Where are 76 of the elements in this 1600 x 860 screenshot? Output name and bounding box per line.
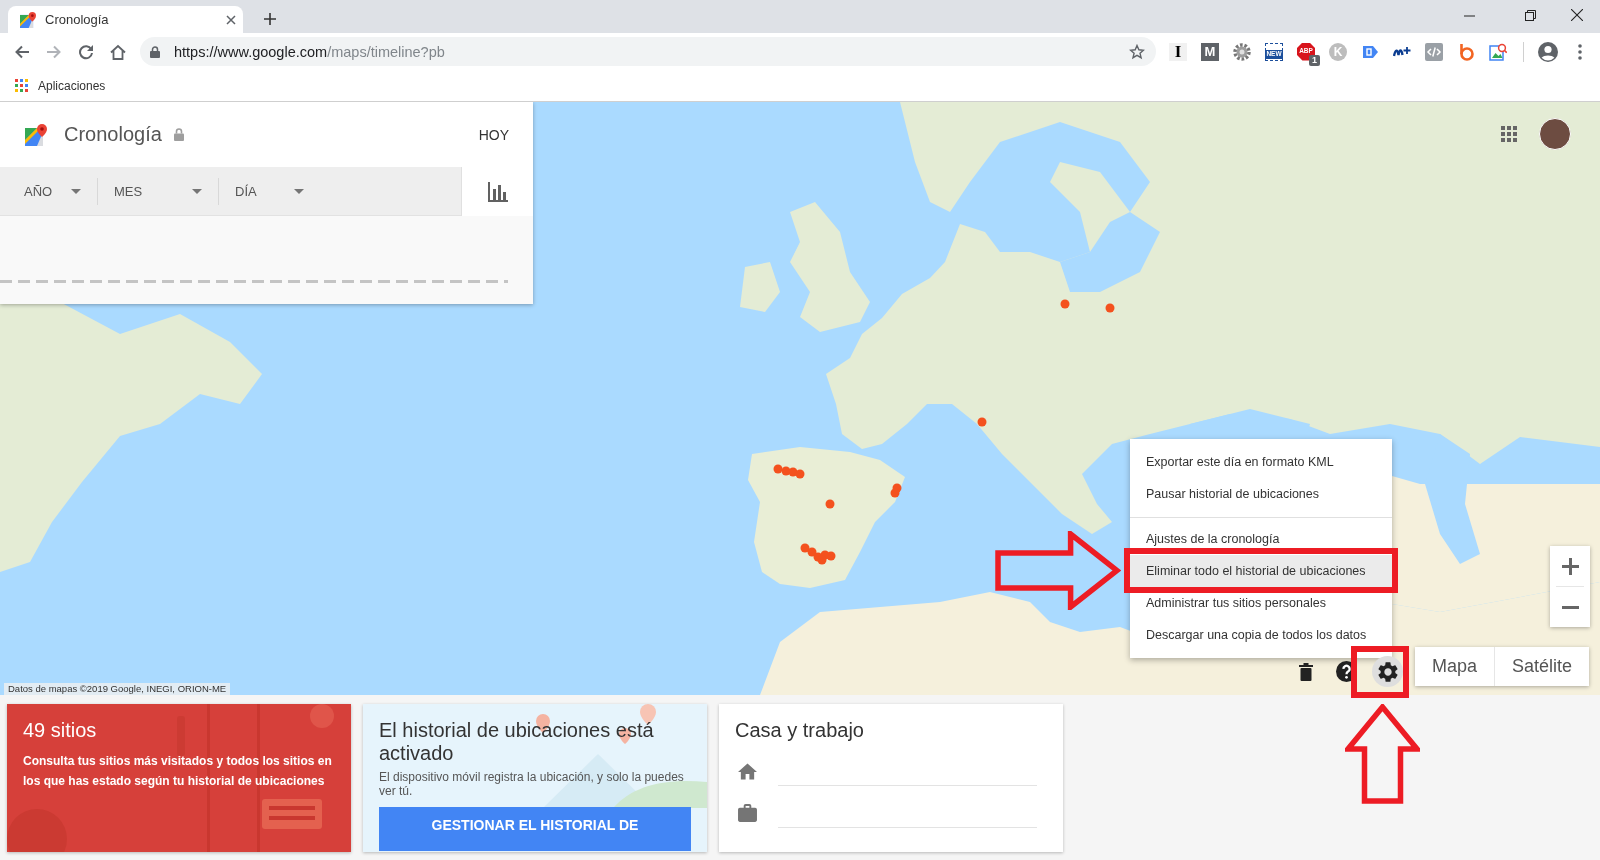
summary-card[interactable]: El historial de ubicaciones está activado El dispositivo móvil registra la ubicación, y solo la puedes ver tú. GESTIONAR EL HISTORIAL DE [363, 704, 707, 852]
settings-icon [1377, 661, 1398, 682]
caret-icon [71, 188, 81, 194]
location-dot[interactable] [773, 464, 783, 474]
map-attribution: Datos de mapas ©2019 Google, INEGI, ORION-ME [4, 683, 231, 695]
gear-icon[interactable] [1233, 42, 1251, 61]
caret-icon [294, 188, 304, 194]
menu-item[interactable]: Pausar historial de ubicaciones [1130, 484, 1392, 504]
location-dot[interactable] [890, 488, 900, 498]
close-icon[interactable] [226, 14, 236, 25]
location-dot[interactable] [977, 417, 987, 427]
url-text: https://www.google.com/maps/timeline?pb [174, 43, 445, 60]
caret-icon [192, 188, 202, 194]
summary-card[interactable]: 49 sitios Consulta tus sitios más visitados y todos los sitios en los que has estado según tu historial de ubicaciones [7, 704, 351, 852]
address-bar[interactable]: https://www.google.com/maps/timeline?pb [140, 37, 1156, 66]
favicon-icon [20, 11, 36, 28]
star-icon[interactable] [1129, 43, 1145, 60]
extension-button[interactable]: I [1169, 42, 1187, 61]
filter-dropdown[interactable]: AÑO [0, 167, 97, 215]
new-tab-icon[interactable] [264, 13, 276, 25]
forward-icon[interactable] [46, 43, 62, 60]
map-type-button[interactable]: Mapa [1415, 647, 1495, 686]
lock-icon [173, 128, 184, 141]
count-badge: 1 [1309, 54, 1320, 66]
lock-icon [150, 45, 160, 58]
location-dot[interactable] [807, 547, 817, 557]
plus-icon [1561, 557, 1579, 575]
trash-icon [1298, 662, 1313, 681]
menu-item[interactable]: Descargar una copia de todos los datos [1130, 625, 1392, 645]
highlight-frame [1351, 646, 1409, 698]
maps-logo-icon [25, 123, 47, 146]
card-description: El dispositivo móvil registra la ubicación, y solo la puedes ver tú. [379, 770, 685, 798]
location-dot[interactable] [795, 469, 805, 479]
location-dot[interactable] [1060, 299, 1070, 309]
apps-grid-icon [15, 79, 28, 92]
close-icon[interactable] [1571, 9, 1583, 21]
card-title: Casa y trabajo [735, 719, 865, 742]
image-search-icon[interactable] [1489, 42, 1507, 61]
menu-icon[interactable] [1578, 43, 1582, 60]
today-button[interactable]: HOY [478, 126, 509, 143]
panel-title: Cronología [64, 123, 162, 146]
home-icon [738, 762, 757, 780]
ring-icon[interactable] [1457, 42, 1475, 61]
filter-dropdown[interactable]: MES [98, 167, 218, 215]
briefcase-icon [738, 804, 757, 822]
code-icon[interactable] [1425, 42, 1443, 61]
menu-item[interactable]: Administrar tus sitios personales [1130, 593, 1392, 613]
restore-icon[interactable] [1525, 9, 1536, 21]
home-icon[interactable] [110, 43, 126, 60]
map-type-button[interactable]: Satélite [1494, 647, 1590, 686]
profile-icon[interactable] [1538, 41, 1558, 62]
bar-chart-icon [487, 181, 508, 202]
location-dot[interactable] [800, 543, 810, 553]
apps-grid-icon[interactable] [1501, 126, 1517, 142]
location-dot[interactable] [817, 555, 827, 565]
minus-icon [1561, 605, 1579, 609]
browser-tab[interactable]: Cronología [8, 6, 243, 33]
summary-card[interactable]: Casa y trabajo [719, 704, 1063, 852]
location-dot[interactable] [781, 466, 791, 476]
filter-dropdown[interactable]: DÍA [219, 167, 320, 215]
card-title: 49 sitios [23, 719, 98, 742]
location-dot[interactable] [1105, 303, 1115, 313]
manage-history-button[interactable]: GESTIONAR EL HISTORIAL DE [379, 807, 691, 851]
extension-button[interactable]: M [1201, 42, 1219, 61]
location-dot[interactable] [788, 467, 798, 477]
menu-item[interactable]: Ajustes de la cronología [1130, 529, 1392, 549]
location-dot[interactable] [825, 499, 835, 509]
chart-button[interactable] [461, 167, 533, 216]
menu-item[interactable]: Eliminar todo el historial de ubicaciones [1130, 555, 1392, 587]
bookmark-link[interactable]: Aplicaciones [15, 78, 106, 93]
menu-item[interactable]: Exportar este día en formato KML [1130, 452, 1392, 472]
location-dot[interactable] [826, 551, 836, 561]
card-title: El historial de ubicaciones está activado [379, 719, 655, 765]
back-icon[interactable] [14, 43, 30, 60]
card-description: Consulta tus sitios más visitados y todos los sitios en los que has estado según tu historial de ubicaciones [23, 753, 333, 790]
reload-icon[interactable] [78, 43, 94, 60]
